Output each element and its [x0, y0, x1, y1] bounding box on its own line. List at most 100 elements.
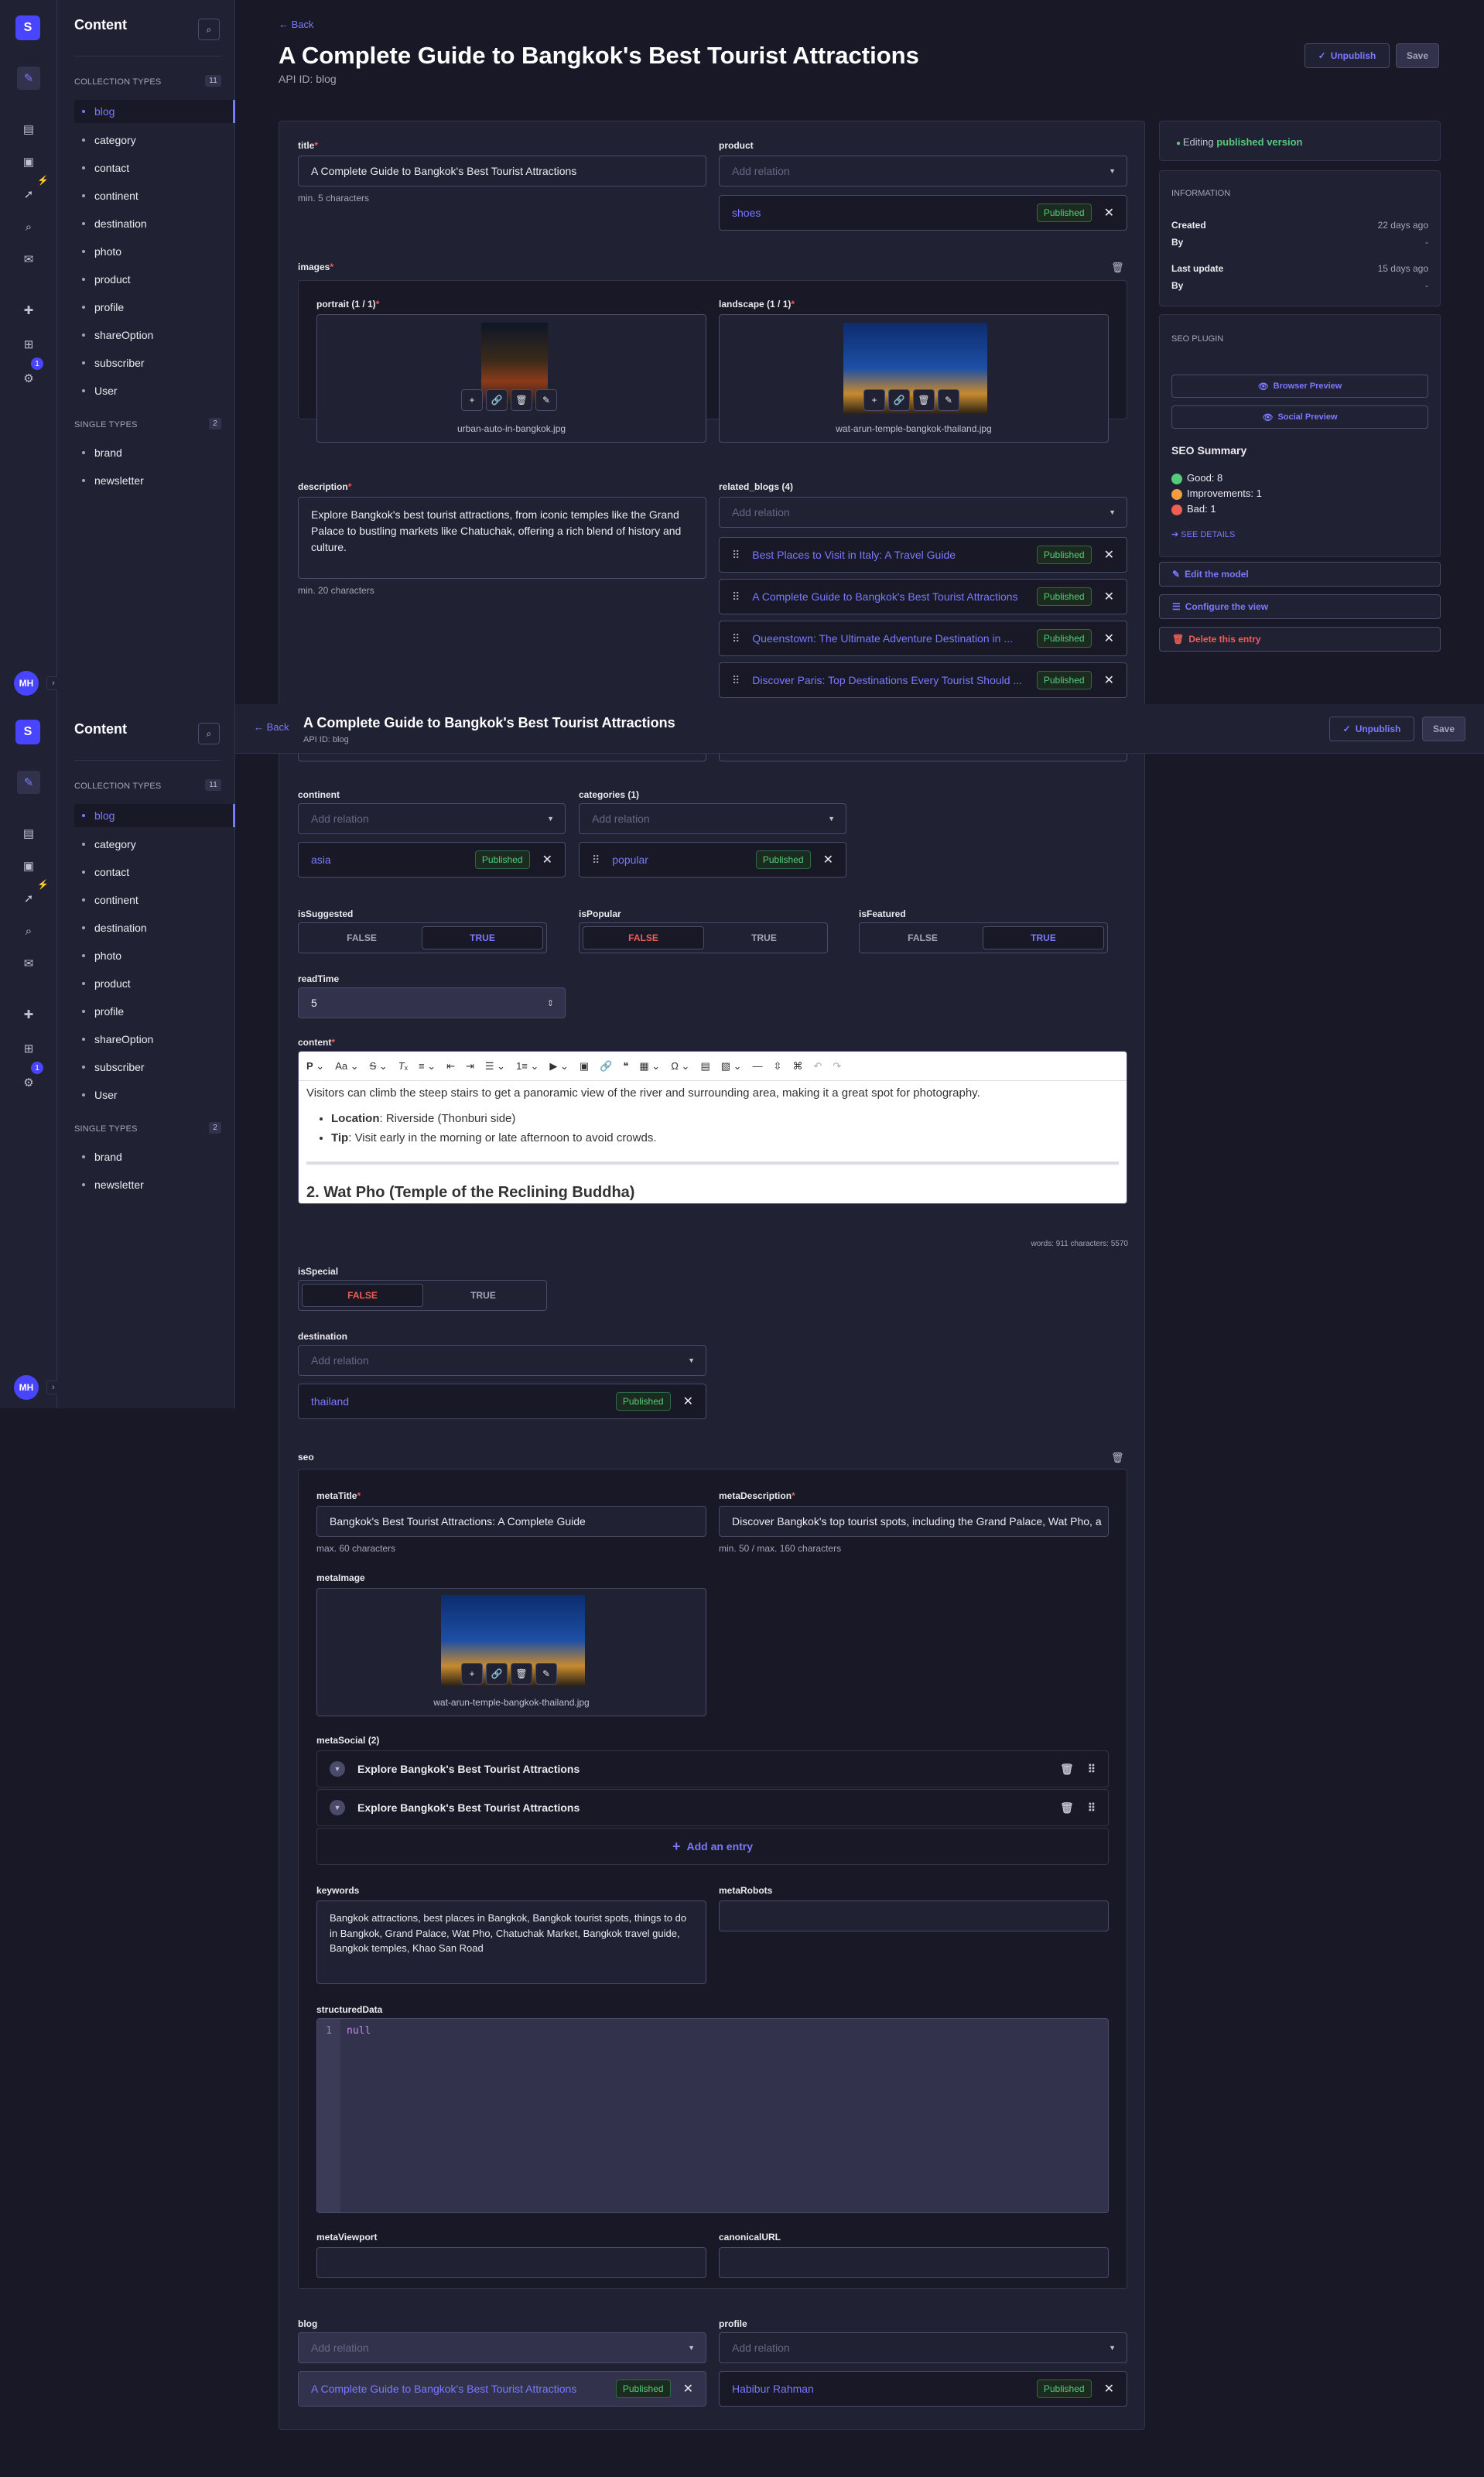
blog-relation-item[interactable]: A Complete Guide to Bangkok's Best Touri…	[298, 2371, 706, 2407]
true-option[interactable]: TRUE	[704, 926, 824, 949]
ispopular-toggle[interactable]: FALSE TRUE	[579, 922, 828, 953]
sidebar-item-contact[interactable]: contact	[74, 156, 235, 180]
content-type-builder-icon[interactable]: ▤	[17, 822, 40, 845]
browser-preview-button[interactable]: 👁 Browser Preview	[1171, 375, 1428, 398]
sidebar-item-brand[interactable]: brand	[74, 441, 235, 464]
drag-handle-icon[interactable]: ⠿	[1088, 1763, 1096, 1776]
bullet-list-icon[interactable]: ☰ ⌄	[485, 1060, 505, 1073]
isspecial-toggle[interactable]: FALSE TRUE	[298, 1280, 547, 1311]
add-entry-button[interactable]: + Add an entry	[316, 1828, 1109, 1865]
subnav-search-button[interactable]: ⌕	[198, 19, 220, 40]
add-icon[interactable]: +	[461, 389, 483, 411]
sidebar-item-product[interactable]: product	[74, 268, 235, 291]
metasocial-entry[interactable]: ▼ Explore Bangkok's Best Tourist Attracti…	[316, 1750, 1109, 1788]
indent-icon[interactable]: ⇥	[466, 1060, 474, 1073]
chevron-down-icon[interactable]: ▼	[330, 1800, 345, 1815]
deploy-icon[interactable]: ➚	[17, 887, 40, 910]
sidebar-item-photo[interactable]: photo	[74, 240, 235, 263]
media-library-icon[interactable]: ▣	[17, 854, 40, 878]
true-option[interactable]: TRUE	[423, 1284, 543, 1307]
plugins-icon[interactable]: ✚	[17, 299, 40, 322]
subnav-search-button[interactable]: ⌕	[198, 723, 220, 744]
pencil-icon[interactable]: ✎	[535, 389, 557, 411]
sidebar-item-blog[interactable]: blog	[74, 100, 235, 123]
metaimage-media[interactable]: + 🔗 🗑 ✎ wat-arun-temple-bangkok-thailand.jp…	[316, 1588, 706, 1716]
true-option[interactable]: TRUE	[983, 926, 1104, 949]
content-type-builder-icon[interactable]: ▤	[17, 118, 40, 141]
categories-relation-item[interactable]: ⠿ popular Published ✕	[579, 842, 846, 878]
content-manager-icon[interactable]: ✎	[17, 67, 40, 90]
close-icon[interactable]: ✕	[1104, 205, 1114, 221]
back-link[interactable]: ← Back	[279, 19, 314, 30]
deploy-icon[interactable]: ➚	[17, 183, 40, 206]
media-embed-icon[interactable]: ▶ ⌄	[549, 1060, 569, 1073]
sidebar-item-newsletter[interactable]: newsletter	[74, 469, 235, 492]
link-icon[interactable]: 🔗	[888, 389, 910, 411]
outdent-icon[interactable]: ⇤	[446, 1060, 455, 1073]
sidebar-item-contact[interactable]: contact	[74, 860, 235, 884]
close-icon[interactable]: ✕	[1104, 672, 1114, 688]
source-icon[interactable]: ⌘	[792, 1060, 802, 1073]
strikethrough-icon[interactable]: S ⌄	[370, 1060, 388, 1073]
configure-view-button[interactable]: ☰ Configure the view	[1159, 594, 1441, 619]
product-relation-select[interactable]: Add relation ▼	[719, 156, 1127, 186]
sidebar-item-photo[interactable]: photo	[74, 944, 235, 967]
strapi-logo[interactable]: S	[15, 15, 40, 40]
save-button[interactable]: Save	[1422, 717, 1465, 741]
undo-icon[interactable]: ↶	[813, 1060, 822, 1073]
clear-format-icon[interactable]: Tₓ	[398, 1060, 408, 1072]
chat-icon[interactable]: ✉	[17, 952, 40, 975]
destination-relation-item[interactable]: thailand Published ✕	[298, 1384, 706, 1419]
settings-icon[interactable]: ⚙	[17, 367, 40, 390]
profile-select[interactable]: Add relation ▼	[719, 2332, 1127, 2363]
metasocial-entry[interactable]: ▼ Explore Bangkok's Best Tourist Attracti…	[316, 1789, 1109, 1826]
false-option[interactable]: FALSE	[583, 926, 704, 949]
false-option[interactable]: FALSE	[863, 926, 983, 949]
sidebar-item-destination[interactable]: destination	[74, 916, 235, 939]
continent-relation-item[interactable]: asia Published ✕	[298, 842, 566, 878]
user-avatar[interactable]: MH	[14, 671, 39, 696]
sidebar-item-profile[interactable]: profile	[74, 1000, 235, 1023]
special-characters-icon[interactable]: Ω ⌄	[671, 1060, 689, 1073]
code-block-icon[interactable]: ▧ ⌄	[721, 1060, 742, 1073]
metarobots-input[interactable]	[719, 1901, 1109, 1931]
trash-icon[interactable]: 🗑	[1111, 1452, 1124, 1464]
marketplace-icon[interactable]: ⊞	[17, 1037, 40, 1060]
redo-icon[interactable]: ↷	[833, 1060, 841, 1073]
media-library-icon[interactable]: ▣	[17, 150, 40, 173]
sidebar-item-subscriber[interactable]: subscriber	[74, 351, 235, 375]
delete-entry-button[interactable]: 🗑 Delete this entry	[1159, 627, 1441, 652]
trash-icon[interactable]: 🗑	[1060, 1763, 1074, 1776]
profile-relation-item[interactable]: Habibur Rahman Published ✕	[719, 2371, 1127, 2407]
marketplace-icon[interactable]: ⊞	[17, 333, 40, 356]
issuggested-toggle[interactable]: FALSE TRUE	[298, 922, 547, 953]
drag-handle-icon[interactable]: ⠿	[592, 854, 600, 867]
related-blog-item[interactable]: ⠿ Queenstown: The Ultimate Adventure Dest…	[719, 621, 1127, 656]
sidebar-item-category[interactable]: category	[74, 128, 235, 152]
save-button[interactable]: Save	[1396, 43, 1439, 68]
strapi-logo[interactable]: S	[15, 720, 40, 744]
numbered-list-icon[interactable]: 1≡ ⌄	[516, 1060, 539, 1073]
related-blog-item[interactable]: ⠿ A Complete Guide to Bangkok's Best Tour…	[719, 579, 1127, 614]
content-manager-icon[interactable]: ✎	[17, 771, 40, 794]
metadescription-input[interactable]: Discover Bangkok's top tourist spots, in…	[719, 1506, 1109, 1537]
link-icon[interactable]: 🔗	[486, 1663, 508, 1685]
portrait-media[interactable]: + 🔗 🗑 ✎ urban-auto-in-bangkok.jpg	[316, 314, 706, 443]
sidebar-item-blog[interactable]: blog	[74, 804, 235, 827]
stepper-icon[interactable]: ⇕	[547, 998, 554, 1008]
description-textarea[interactable]: Explore Bangkok's best tourist attractio…	[298, 497, 706, 579]
sidebar-item-newsletter[interactable]: newsletter	[74, 1173, 235, 1196]
align-icon[interactable]: ≡ ⌄	[419, 1060, 436, 1073]
content-editor[interactable]: P ⌄ Aa ⌄ S ⌄ Tₓ ≡ ⌄ ⇤ ⇥ ☰ ⌄ 1≡ ⌄ ▶ ⌄ ▣ 🔗…	[298, 1051, 1127, 1204]
product-relation-item[interactable]: shoes Published ✕	[719, 195, 1127, 231]
social-preview-button[interactable]: 👁 Social Preview	[1171, 405, 1428, 429]
sidebar-item-subscriber[interactable]: subscriber	[74, 1055, 235, 1079]
sidebar-item-brand[interactable]: brand	[74, 1145, 235, 1168]
trash-icon[interactable]: 🗑	[511, 1663, 532, 1685]
paragraph-format-icon[interactable]: P ⌄	[306, 1060, 324, 1073]
sidebar-item-shareoption[interactable]: shareOption	[74, 1028, 235, 1051]
destination-select[interactable]: Add relation ▼	[298, 1345, 706, 1376]
drag-handle-icon[interactable]: ⠿	[732, 632, 740, 645]
add-icon[interactable]: +	[863, 389, 885, 411]
continent-select[interactable]: Add relation ▼	[298, 803, 566, 834]
